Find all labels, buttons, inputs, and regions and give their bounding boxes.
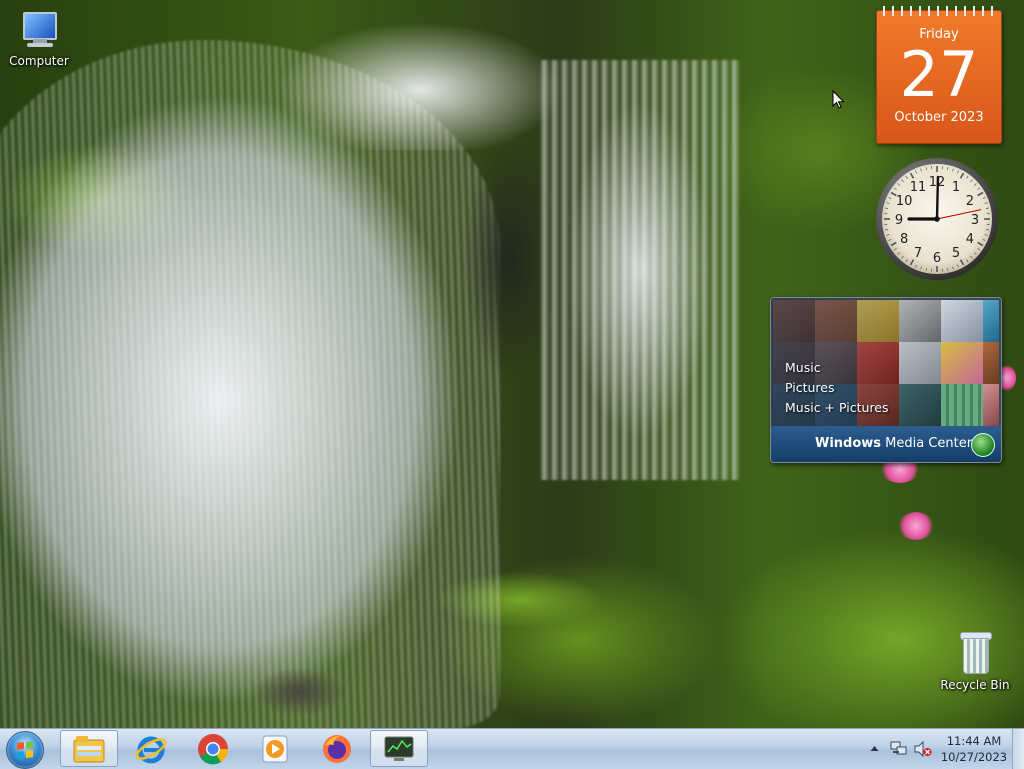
firefox-icon — [320, 732, 354, 766]
clock-numeral: 7 — [914, 246, 922, 261]
clock-numeral: 4 — [966, 232, 974, 247]
clock-minute-hand — [937, 177, 938, 219]
calendar-day-number: 27 — [877, 44, 1001, 106]
desktop-icon-label: Recycle Bin — [940, 678, 1009, 692]
desktop-icon-recycle-bin[interactable]: Recycle Bin — [936, 632, 1014, 692]
media-center-brand-bold: Windows — [815, 436, 881, 451]
system-monitor-icon — [382, 734, 416, 764]
chrome-icon — [196, 732, 230, 766]
wallpaper-rock-bottom — [240, 662, 360, 722]
clock-numeral: 1 — [952, 180, 960, 195]
windows-logo-icon — [17, 741, 33, 759]
media-center-gadget[interactable]: Music Pictures Music + Pictures Windows … — [770, 297, 1002, 463]
calendar-binding-rings — [879, 6, 999, 16]
media-center-menu-pictures[interactable]: Pictures — [785, 378, 889, 398]
calendar-gadget[interactable]: Friday 27 October 2023 — [876, 10, 1002, 144]
desktop-icon-computer[interactable]: Computer — [0, 10, 78, 68]
clock-numeral: 2 — [966, 194, 974, 209]
volume-muted-icon[interactable] — [914, 741, 932, 757]
clock-numeral: 5 — [952, 246, 960, 261]
taskbar-firefox-button[interactable] — [308, 730, 366, 767]
internet-explorer-icon — [134, 732, 168, 766]
clock-numeral: 9 — [895, 213, 903, 228]
media-center-menu: Music Pictures Music + Pictures — [785, 358, 889, 418]
show-desktop-button[interactable] — [1012, 729, 1024, 769]
taskbar-time: 11:44 AM — [940, 733, 1008, 749]
recycle-bin-icon — [960, 632, 990, 674]
taskbar-date: 10/27/2023 — [940, 749, 1008, 765]
file-explorer-icon — [72, 734, 106, 764]
wallpaper-flower — [898, 512, 934, 540]
clock-numeral: 10 — [896, 194, 913, 209]
taskbar-internet-explorer-button[interactable] — [122, 730, 180, 767]
media-center-brand-bar[interactable]: Windows Media Center — [771, 426, 1001, 462]
media-center-brand: Windows Media Center — [815, 426, 972, 462]
wallpaper-waterfall-right — [540, 60, 740, 480]
media-center-brand-rest: Media Center — [881, 436, 972, 451]
taskbar-file-explorer-button[interactable] — [60, 730, 118, 767]
mouse-cursor-icon — [832, 90, 846, 110]
clock-numeral: 11 — [910, 180, 927, 195]
clock-gadget[interactable]: 121234567891011 — [874, 156, 1000, 282]
network-icon[interactable] — [890, 741, 908, 757]
media-center-menu-music-pictures[interactable]: Music + Pictures — [785, 398, 889, 418]
clock-numeral: 6 — [933, 251, 941, 266]
media-center-orb-icon — [971, 433, 995, 457]
media-player-icon — [260, 733, 290, 765]
taskbar: 11:44 AM 10/27/2023 — [0, 728, 1024, 769]
clock-numeral: 8 — [900, 232, 908, 247]
taskbar-system-monitor-button[interactable] — [370, 730, 428, 767]
clock-numeral: 3 — [971, 213, 979, 228]
wallpaper-waterfall-main — [0, 40, 500, 728]
media-center-menu-music[interactable]: Music — [785, 358, 889, 378]
start-button[interactable] — [6, 731, 44, 769]
clock-center-pin — [934, 216, 940, 222]
show-hidden-icons-chevron-icon[interactable] — [870, 745, 879, 752]
desktop-icon-label: Computer — [9, 54, 69, 68]
taskbar-media-player-button[interactable] — [246, 730, 304, 767]
taskbar-clock[interactable]: 11:44 AM 10/27/2023 — [940, 733, 1008, 765]
calendar-month-year: October 2023 — [877, 110, 1001, 125]
computer-icon — [19, 10, 59, 50]
taskbar-chrome-button[interactable] — [184, 730, 242, 767]
